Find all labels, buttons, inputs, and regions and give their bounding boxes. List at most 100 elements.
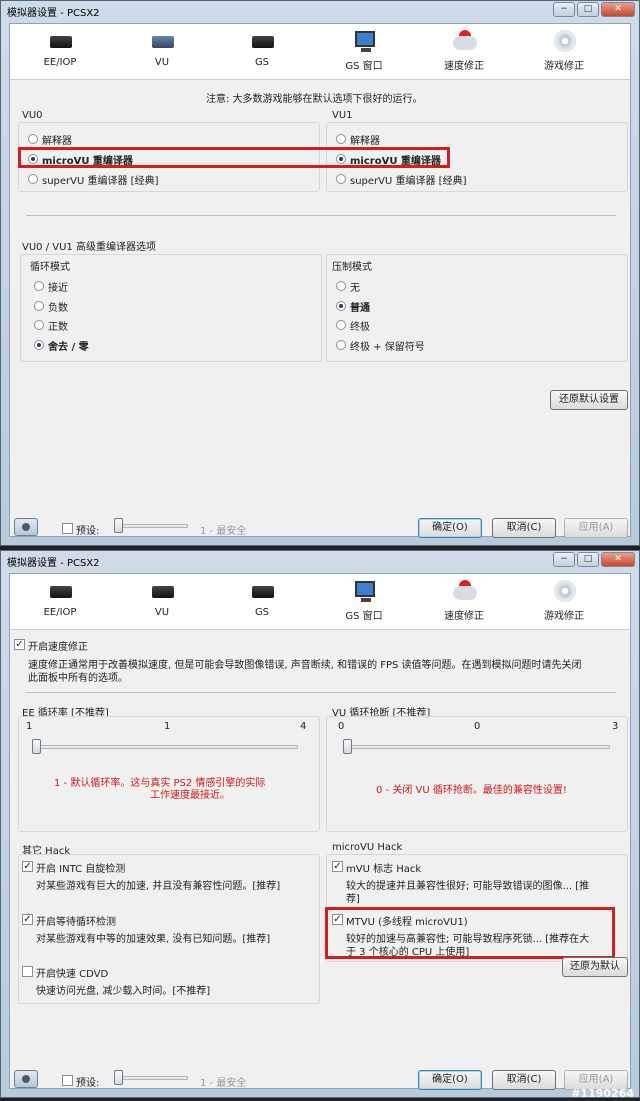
tab-gs-window[interactable]: GS 窗口 bbox=[314, 580, 414, 622]
wait-loop-checkbox[interactable]: ✓ bbox=[22, 914, 33, 925]
ok-button[interactable]: 确定(O) bbox=[418, 518, 482, 538]
fast-cdvd-checkbox[interactable] bbox=[22, 966, 33, 977]
vu-cycle-slider-thumb[interactable] bbox=[343, 739, 352, 754]
tab-gs[interactable]: GS bbox=[212, 30, 312, 68]
preset-checkbox[interactable] bbox=[62, 523, 73, 534]
tab-gamefixes[interactable]: 游戏修正 bbox=[514, 30, 614, 72]
divider bbox=[26, 692, 616, 693]
vu1-radio-0[interactable] bbox=[336, 134, 346, 144]
round-radio-1[interactable] bbox=[34, 301, 44, 311]
title-bar[interactable]: 模拟器设置 - PCSX2 − □ ✕ bbox=[1, 1, 639, 21]
ee-tick-value: 1 bbox=[164, 721, 171, 732]
title-bar[interactable]: 模拟器设置 - PCSX2 − □ ✕ bbox=[1, 551, 639, 571]
vu1-title: VU1 bbox=[332, 110, 353, 121]
preset-slider-thumb[interactable] bbox=[114, 1070, 123, 1085]
preset-slider-track[interactable] bbox=[116, 1076, 188, 1080]
category-tabs: EE/IOP VU GS GS 窗口 速度修正 游戏修正 bbox=[10, 574, 630, 630]
ee-tick-max: 4 bbox=[300, 721, 307, 732]
tab-speedhacks[interactable]: 速度修正 bbox=[414, 580, 514, 622]
mvu-flag-desc-2: 荐] bbox=[346, 894, 360, 905]
minimize-button[interactable]: − bbox=[553, 552, 575, 567]
ee-cycle-slider-track[interactable] bbox=[32, 745, 298, 749]
clamp-radio-1[interactable] bbox=[336, 301, 346, 311]
chip-icon bbox=[147, 580, 177, 604]
minimize-button[interactable]: − bbox=[553, 2, 575, 17]
ee-tick-min: 1 bbox=[26, 721, 33, 732]
vu-cycle-group bbox=[326, 716, 628, 832]
chip-icon bbox=[45, 30, 75, 54]
apply-button[interactable]: 应用(A) bbox=[564, 518, 628, 538]
vu-cycle-desc: 0 - 关闭 VU 循环抢断。最佳的兼容性设置! bbox=[376, 785, 567, 796]
mvu-flag-checkbox[interactable]: ✓ bbox=[332, 861, 343, 872]
ee-cycle-slider-thumb[interactable] bbox=[32, 739, 41, 754]
window-title: 模拟器设置 - PCSX2 bbox=[7, 558, 100, 569]
round-label-3: 舍去 / 零 bbox=[48, 342, 89, 353]
chip-icon bbox=[45, 580, 75, 604]
intc-checkbox[interactable]: ✓ bbox=[22, 861, 33, 872]
clamp-label-0: 无 bbox=[350, 283, 360, 294]
vu0-radio-0[interactable] bbox=[28, 134, 38, 144]
tab-gs[interactable]: GS bbox=[212, 580, 312, 618]
disc-icon bbox=[549, 30, 579, 54]
advanced-title: VU0 / VU1 高级重编译器选项 bbox=[22, 242, 156, 253]
clamp-mode-title: 压制模式 bbox=[332, 262, 372, 273]
preset-slider-track[interactable] bbox=[116, 524, 188, 528]
maximize-button[interactable]: □ bbox=[577, 2, 599, 17]
cancel-button[interactable]: 取消(C) bbox=[492, 518, 556, 538]
vu-tick-max: 3 bbox=[612, 721, 619, 732]
vu-tick-min: 0 bbox=[338, 721, 345, 732]
tab-speedhacks[interactable]: 速度修正 bbox=[414, 30, 514, 72]
disc-icon bbox=[549, 580, 579, 604]
tab-vu[interactable]: VU bbox=[112, 30, 212, 68]
close-button[interactable]: ✕ bbox=[601, 2, 635, 17]
cloud-icon bbox=[449, 30, 479, 54]
restore-defaults-button[interactable]: 还原默认设置 bbox=[550, 390, 628, 410]
ok-button[interactable]: 确定(O) bbox=[418, 1070, 482, 1090]
clamp-label-3: 终极 + 保留符号 bbox=[350, 342, 425, 353]
tab-gamefixes[interactable]: 游戏修正 bbox=[514, 580, 614, 622]
screenshot-icon[interactable] bbox=[14, 518, 38, 536]
restore-defaults-button[interactable]: 还原为默认 bbox=[562, 957, 628, 977]
round-label-2: 正数 bbox=[48, 322, 68, 333]
tab-ee-iop[interactable]: EE/IOP bbox=[10, 30, 110, 68]
category-tabs: EE/IOP VU GS GS 窗口 速度修正 游戏修正 bbox=[10, 24, 630, 80]
tab-ee-iop[interactable]: EE/IOP bbox=[10, 580, 110, 618]
speedhacks-desc-2: 此面板中所有的选项。 bbox=[28, 673, 128, 684]
watermark: #1190264 bbox=[571, 1087, 634, 1100]
mvu-hacks-title: microVU Hack bbox=[332, 842, 403, 853]
round-radio-0[interactable] bbox=[34, 281, 44, 291]
clamp-radio-0[interactable] bbox=[336, 281, 346, 291]
divider bbox=[26, 215, 616, 216]
dialog-client: EE/IOP VU GS GS 窗口 速度修正 游戏修正 注意: 大多数游戏能够… bbox=[9, 23, 631, 538]
round-radio-3[interactable] bbox=[34, 340, 44, 350]
monitor-icon bbox=[349, 580, 379, 604]
enable-speedhacks-checkbox[interactable]: ✓ bbox=[14, 639, 25, 650]
vu1-label-0: 解释器 bbox=[350, 136, 380, 147]
screenshot-icon[interactable] bbox=[14, 1070, 38, 1088]
preset-value: 1 - 最安全 bbox=[200, 526, 247, 537]
monitor-icon bbox=[349, 30, 379, 54]
tab-vu[interactable]: VU bbox=[112, 580, 212, 618]
vu1-radio-2[interactable] bbox=[336, 174, 346, 184]
preset-checkbox[interactable] bbox=[62, 1075, 73, 1086]
notice-text: 注意: 大多数游戏能够在默认选项下很好的运行。 bbox=[206, 94, 423, 105]
maximize-button[interactable]: □ bbox=[577, 552, 599, 567]
vu-tick-value: 0 bbox=[474, 721, 481, 732]
mvu-flag-desc-1: 较大的提速并且兼容性很好; 可能导致错误的图像... [推 bbox=[346, 881, 590, 892]
wait-loop-desc: 对某些游戏有中等的加速效果, 没有已知问题。[推荐] bbox=[36, 934, 271, 945]
round-radio-2[interactable] bbox=[34, 320, 44, 330]
chip-icon bbox=[247, 580, 277, 604]
tab-gs-window[interactable]: GS 窗口 bbox=[314, 30, 414, 72]
cloud-icon bbox=[449, 580, 479, 604]
clamp-radio-3[interactable] bbox=[336, 340, 346, 350]
vu-cycle-slider-track[interactable] bbox=[344, 745, 610, 749]
fast-cdvd-label: 开启快速 CDVD bbox=[36, 969, 109, 980]
close-button[interactable]: ✕ bbox=[601, 552, 635, 567]
preset-slider-thumb[interactable] bbox=[114, 518, 123, 533]
preset-value: 1 - 最安全 bbox=[200, 1078, 247, 1089]
clamp-label-1: 普通 bbox=[350, 303, 370, 314]
vu0-radio-2[interactable] bbox=[28, 174, 38, 184]
clamp-radio-2[interactable] bbox=[336, 320, 346, 330]
cancel-button[interactable]: 取消(C) bbox=[492, 1070, 556, 1090]
round-label-0: 接近 bbox=[48, 283, 68, 294]
